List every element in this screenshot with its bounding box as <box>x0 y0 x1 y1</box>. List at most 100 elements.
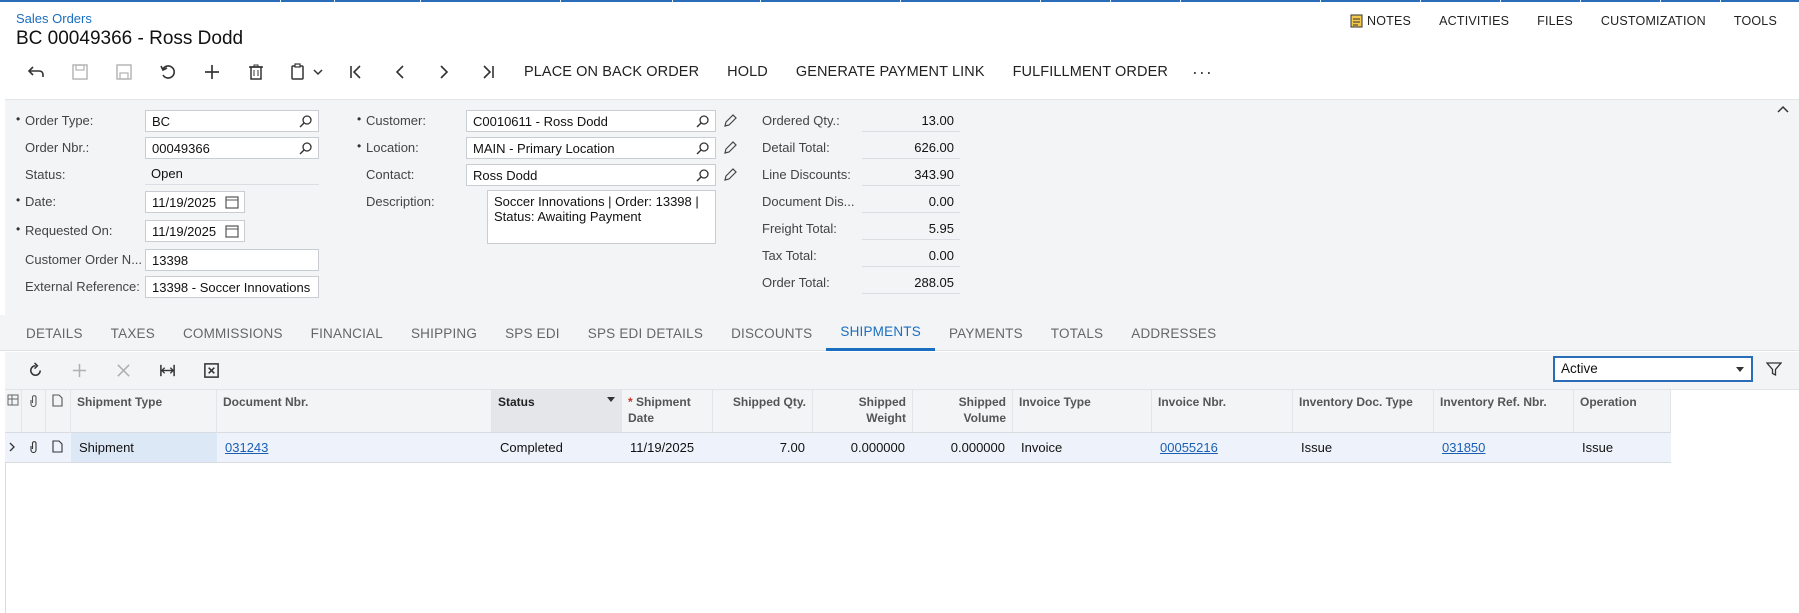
col-status-label: Status <box>498 395 535 409</box>
place-on-back-order-button[interactable]: PLACE ON BACK ORDER <box>510 64 713 80</box>
fit-columns-button[interactable] <box>145 356 189 386</box>
external-reference-field[interactable]: 13398 - Soccer Innovations <box>145 276 319 298</box>
col-status[interactable]: Status <box>492 390 622 433</box>
fulfillment-order-button[interactable]: FULFILLMENT ORDER <box>999 64 1182 80</box>
row-attachments-button[interactable] <box>22 433 46 463</box>
col-shipped-qty[interactable]: Shipped Qty. <box>713 390 813 433</box>
description-field[interactable]: Soccer Innovations | Order: 13398 | Stat… <box>487 190 716 244</box>
more-actions-button[interactable]: ··· <box>1182 62 1223 83</box>
calendar-icon[interactable] <box>225 195 239 209</box>
top-menu: NOTES ACTIVITIES FILES CUSTOMIZATION TOO… <box>1336 14 1791 28</box>
cell-shipped-qty[interactable]: 7.00 <box>713 433 813 463</box>
edit-pencil-icon[interactable] <box>722 113 738 129</box>
col-shipped-weight[interactable]: Shipped Weight <box>813 390 913 433</box>
tab-shipments[interactable]: SHIPMENTS <box>826 315 935 351</box>
col-inventory-doc-type[interactable]: Inventory Doc. Type <box>1293 390 1434 433</box>
order-total-value: 288.05 <box>862 272 960 294</box>
grid-add-button[interactable] <box>57 356 101 386</box>
previous-record-button[interactable] <box>378 57 422 87</box>
delete-button[interactable] <box>234 57 278 87</box>
save-close-button[interactable] <box>58 57 102 87</box>
cell-inventory-ref-nbr-link[interactable]: 031850 <box>1434 433 1574 463</box>
tab-discounts[interactable]: DISCOUNTS <box>717 315 826 351</box>
tab-totals[interactable]: TOTALS <box>1037 315 1117 351</box>
contact-field[interactable]: Ross Dodd <box>466 164 716 186</box>
next-record-button[interactable] <box>422 57 466 87</box>
save-button[interactable] <box>102 57 146 87</box>
undo-button[interactable] <box>14 57 58 87</box>
col-shipment-date-line2: Date <box>628 411 655 425</box>
date-label: Date: <box>16 193 56 209</box>
col-shipment-type[interactable]: Shipment Type <box>71 390 217 433</box>
first-icon <box>350 65 361 79</box>
cell-status[interactable]: Completed <box>492 433 622 463</box>
cancel-button[interactable] <box>146 57 190 87</box>
row-notes-button[interactable] <box>46 433 71 463</box>
tab-details[interactable]: DETAILS <box>12 315 97 351</box>
tab-shipping[interactable]: SHIPPING <box>397 315 491 351</box>
first-record-button[interactable] <box>334 57 378 87</box>
cell-shipment-date[interactable]: 11/19/2025 <box>622 433 713 463</box>
grid-settings-header[interactable] <box>5 390 22 433</box>
col-invoice-nbr[interactable]: Invoice Nbr. <box>1152 390 1293 433</box>
order-nbr-field[interactable]: 00049366 <box>145 137 319 159</box>
activities-button[interactable]: ACTIVITIES <box>1425 14 1523 28</box>
breadcrumb[interactable]: Sales Orders <box>16 11 92 26</box>
cell-shipment-type[interactable]: Shipment <box>71 433 217 463</box>
filter-icon[interactable] <box>1766 361 1782 377</box>
col-invoice-type[interactable]: Invoice Type <box>1013 390 1152 433</box>
tab-financial[interactable]: FINANCIAL <box>297 315 397 351</box>
search-icon[interactable] <box>299 141 313 155</box>
tools-button[interactable]: TOOLS <box>1720 14 1791 28</box>
col-shipment-date[interactable]: * Shipment Date <box>622 390 713 433</box>
date-field[interactable]: 11/19/2025 <box>145 191 245 213</box>
cell-invoice-type[interactable]: Invoice <box>1013 433 1152 463</box>
calendar-icon[interactable] <box>225 224 239 238</box>
customer-order-field[interactable]: 13398 <box>145 249 319 271</box>
col-operation[interactable]: Operation <box>1574 390 1671 433</box>
search-icon[interactable] <box>696 141 710 155</box>
search-icon[interactable] <box>696 168 710 182</box>
generate-payment-link-button[interactable]: GENERATE PAYMENT LINK <box>782 64 999 80</box>
order-type-field[interactable]: BC <box>145 110 319 132</box>
grid-delete-button[interactable] <box>101 356 145 386</box>
tab-sps-edi[interactable]: SPS EDI <box>491 315 574 351</box>
row-expand-button[interactable] <box>5 433 22 463</box>
tab-taxes[interactable]: TAXES <box>97 315 169 351</box>
export-excel-button[interactable] <box>189 356 233 386</box>
customization-button[interactable]: CUSTOMIZATION <box>1587 14 1720 28</box>
requested-on-field[interactable]: 11/19/2025 <box>145 220 245 242</box>
add-button[interactable] <box>190 57 234 87</box>
last-record-button[interactable] <box>466 57 510 87</box>
cell-invoice-nbr-link[interactable]: 00055216 <box>1152 433 1293 463</box>
cell-shipped-weight[interactable]: 0.000000 <box>813 433 913 463</box>
edit-pencil-icon[interactable] <box>722 140 738 156</box>
tax-total-label: Tax Total: <box>762 248 817 263</box>
shipment-filter-select[interactable]: Active <box>1553 356 1753 382</box>
col-document-nbr[interactable]: Document Nbr. <box>217 390 492 433</box>
copy-paste-button[interactable] <box>278 57 334 87</box>
hold-button[interactable]: HOLD <box>713 64 782 80</box>
search-icon[interactable] <box>299 114 313 128</box>
cell-inventory-doc-type[interactable]: Issue <box>1293 433 1434 463</box>
cell-shipped-volume[interactable]: 0.000000 <box>913 433 1013 463</box>
location-field[interactable]: MAIN - Primary Location <box>466 137 716 159</box>
tab-sps-edi-details[interactable]: SPS EDI DETAILS <box>574 315 717 351</box>
customer-field[interactable]: C0010611 - Ross Dodd <box>466 110 716 132</box>
collapse-chevron-icon[interactable] <box>1777 104 1789 116</box>
col-inventory-ref-nbr[interactable]: Inventory Ref. Nbr. <box>1434 390 1574 433</box>
cell-document-nbr-link[interactable]: 031243 <box>217 433 492 463</box>
grid-refresh-button[interactable] <box>13 356 57 386</box>
cell-operation[interactable]: Issue <box>1574 433 1671 463</box>
notes-button[interactable]: NOTES <box>1336 14 1425 28</box>
edit-pencil-icon[interactable] <box>722 167 738 183</box>
tab-addresses[interactable]: ADDRESSES <box>1117 315 1230 351</box>
paperclip-icon <box>30 441 37 454</box>
tab-payments[interactable]: PAYMENTS <box>935 315 1037 351</box>
search-icon[interactable] <box>696 114 710 128</box>
tab-commissions[interactable]: COMMISSIONS <box>169 315 297 351</box>
col-shipped-volume[interactable]: Shipped Volume <box>913 390 1013 433</box>
files-button[interactable]: FILES <box>1523 14 1587 28</box>
tax-total-value: 0.00 <box>862 245 960 267</box>
document-discount-label: Document Dis... <box>762 194 855 209</box>
